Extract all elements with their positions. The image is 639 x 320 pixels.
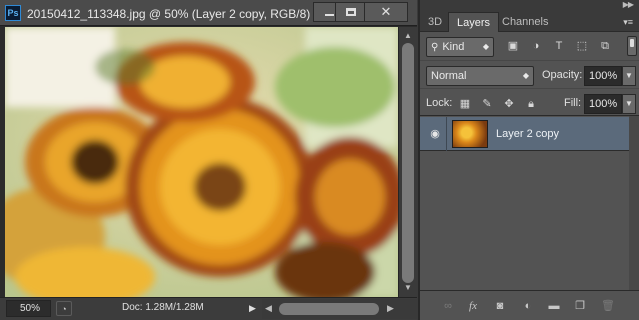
search-icon: ⚲	[431, 42, 439, 53]
minimize-icon	[324, 14, 334, 16]
new-layer-icon[interactable]: ❐	[572, 298, 588, 314]
image-canvas[interactable]	[5, 27, 398, 297]
layer-filter-row: ⚲ Kind ◆ ▣ ◑ T ⬚ ⧉	[420, 33, 639, 61]
filter-kind-label: Kind	[442, 41, 465, 53]
filter-toggle-switch[interactable]	[627, 36, 637, 56]
document-size-info: Doc: 1.28M/1.28M	[122, 302, 204, 313]
blend-row: Normal ◆ Opacity: 100% ▼	[420, 61, 639, 89]
tab-3d[interactable]: 3D	[420, 12, 450, 32]
add-mask-icon[interactable]: ◙	[492, 298, 508, 314]
tab-channels[interactable]: Channels	[494, 12, 556, 32]
lock-image-pixels-icon[interactable]: ✎	[480, 97, 494, 111]
image-filter-icon[interactable]: ▣	[506, 39, 520, 53]
layers-panel-footer: ∞ fx ◙ ◐ ▬ ❐ 🗑︎	[420, 290, 639, 320]
shape-filter-icon[interactable]: ⬚	[575, 39, 589, 53]
panel-tabs: 3D Layers Channels ▾≡	[420, 12, 639, 32]
chevron-updown-icon: ◆	[522, 71, 529, 80]
horizontal-scrollbar[interactable]: ◀ ▶	[262, 299, 417, 319]
smart-object-filter-icon[interactable]: ⧉	[598, 39, 612, 53]
maximize-icon	[346, 8, 356, 16]
scroll-down-icon[interactable]: ▼	[403, 283, 413, 293]
vertical-scroll-thumb[interactable]	[402, 43, 414, 283]
vertical-scrollbar[interactable]: ▲ ▼	[398, 27, 417, 297]
adjustment-layer-icon[interactable]: ◐	[520, 298, 536, 314]
scroll-left-icon[interactable]: ◀	[265, 303, 272, 314]
document-window: Ps 20150412_113348.jpg @ 50% (Layer 2 co…	[0, 0, 417, 320]
horizontal-scroll-thumb[interactable]	[279, 303, 379, 315]
trash-icon[interactable]: 🗑︎	[600, 298, 616, 314]
lock-position-icon[interactable]: ✥	[502, 97, 516, 111]
document-titlebar[interactable]: Ps 20150412_113348.jpg @ 50% (Layer 2 co…	[0, 0, 417, 26]
close-button[interactable]: ✕	[364, 2, 408, 22]
layer-name[interactable]: Layer 2 copy	[496, 128, 559, 140]
visibility-eye-icon[interactable]: ◉	[428, 127, 442, 141]
lock-transparent-pixels-icon[interactable]: ▦	[458, 97, 472, 111]
document-title: 20150412_113348.jpg @ 50% (Layer 2 copy,…	[27, 7, 319, 21]
layer-row[interactable]: ◉ Layer 2 copy	[420, 117, 629, 151]
lock-all-icon[interactable]: 🔒︎	[524, 97, 538, 111]
opacity-label: Opacity:	[542, 69, 583, 81]
blend-mode-value: Normal	[431, 70, 467, 82]
maximize-button[interactable]	[335, 2, 367, 22]
fill-dropdown-icon[interactable]: ▼	[622, 94, 636, 114]
status-menu-arrow-icon[interactable]: ▶	[249, 303, 256, 314]
blend-mode-select[interactable]: Normal ◆	[426, 66, 534, 86]
adjustment-filter-icon[interactable]: ◑	[529, 39, 543, 53]
scroll-right-icon[interactable]: ▶	[387, 303, 394, 314]
panel-dock-header[interactable]: ▶▶	[420, 0, 639, 12]
new-group-icon[interactable]: ▬	[546, 298, 562, 314]
fill-field[interactable]: 100%	[584, 94, 622, 114]
link-layers-icon[interactable]: ∞	[440, 298, 456, 314]
collapse-panels-icon[interactable]: ▶▶	[623, 0, 634, 9]
status-bar: 50% ◔ Doc: 1.28M/1.28M ▶ ◀ ▶	[0, 297, 417, 320]
fx-icon[interactable]: fx	[465, 298, 481, 314]
lock-row: Lock: ▦ ✎ ✥ 🔒︎ Fill: 100% ▼	[420, 89, 639, 115]
scroll-up-icon[interactable]: ▲	[403, 31, 413, 41]
fill-label: Fill:	[564, 97, 582, 109]
tab-layers[interactable]: Layers	[448, 12, 500, 32]
photoshop-logo-icon: Ps	[5, 5, 21, 21]
layers-list: ◉ Layer 2 copy	[420, 115, 639, 291]
visibility-divider	[446, 117, 447, 151]
flower-photo	[5, 27, 398, 297]
opacity-field[interactable]: 100%	[584, 66, 622, 86]
opacity-dropdown-icon[interactable]: ▼	[622, 66, 636, 86]
layers-list-scrollbar[interactable]	[629, 116, 639, 291]
chevron-updown-icon: ◆	[482, 42, 489, 51]
panel-menu-icon[interactable]: ▾≡	[623, 17, 633, 28]
status-info-icon[interactable]: ◔	[56, 301, 72, 316]
layers-panel: ▶▶ 3D Layers Channels ▾≡ ⚲ Kind ◆ ▣ ◑ T ⬚…	[418, 0, 639, 320]
zoom-level-field[interactable]: 50%	[6, 300, 51, 317]
photoshop-window: Ps 20150412_113348.jpg @ 50% (Layer 2 co…	[0, 0, 639, 320]
type-filter-icon[interactable]: T	[552, 39, 566, 53]
filter-kind-select[interactable]: ⚲ Kind ◆	[426, 37, 494, 57]
lock-label: Lock:	[426, 97, 453, 109]
layer-thumbnail	[452, 120, 488, 148]
close-icon: ✕	[380, 4, 392, 20]
